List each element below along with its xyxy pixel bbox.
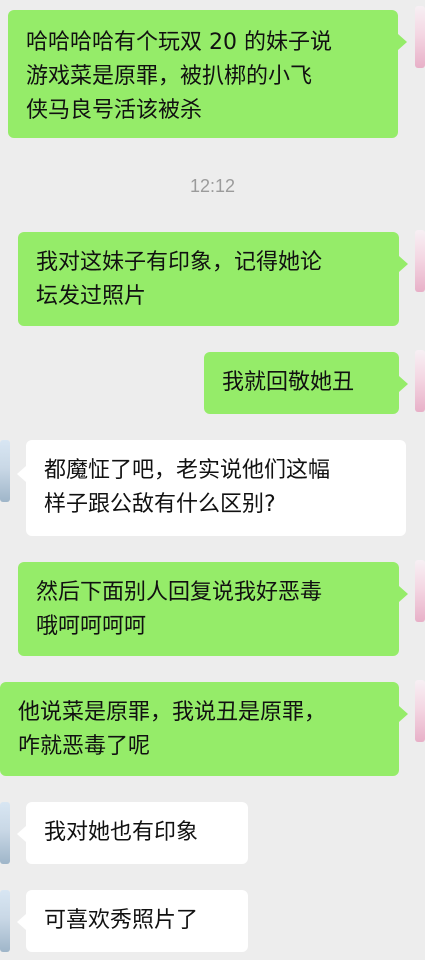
bubble-tail <box>399 706 408 722</box>
contact-avatar[interactable] <box>415 6 425 68</box>
bubble-tail <box>398 34 407 50</box>
contact-avatar[interactable] <box>0 440 10 502</box>
bubble-tail <box>17 914 26 930</box>
message-bubble[interactable]: 哈哈哈哈有个玩双 20 的妹子说 游戏菜是原罪，被扒梆的小飞 侠马良号活该被杀 <box>8 10 398 138</box>
message-bubble[interactable]: 可喜欢秀照片了 <box>26 890 248 952</box>
bubble-tail <box>399 376 408 392</box>
message-bubble[interactable]: 然后下面别人回复说我好恶毒 哦呵呵呵呵 <box>18 562 399 656</box>
contact-avatar[interactable] <box>415 560 425 622</box>
chat-timestamp: 12:12 <box>189 176 236 196</box>
message-bubble[interactable]: 我就回敬她丑 <box>204 352 399 414</box>
bubble-tail <box>17 466 26 482</box>
message-bubble[interactable]: 我对这妹子有印象，记得她论 坛发过照片 <box>18 232 399 326</box>
message-bubble[interactable]: 都魔怔了吧，老实说他们这幅 样子跟公敌有什么区别? <box>26 440 406 536</box>
bubble-tail <box>399 256 408 272</box>
message-bubble[interactable]: 他说菜是原罪，我说丑是原罪， 咋就恶毒了呢 <box>0 682 399 776</box>
contact-avatar[interactable] <box>0 802 10 864</box>
contact-avatar[interactable] <box>415 680 425 742</box>
chat-conversation[interactable]: 哈哈哈哈有个玩双 20 的妹子说 游戏菜是原罪，被扒梆的小飞 侠马良号活该被杀 … <box>0 0 425 960</box>
message-bubble[interactable]: 我对她也有印象 <box>26 802 248 864</box>
bubble-tail <box>399 586 408 602</box>
contact-avatar[interactable] <box>415 350 425 412</box>
bubble-tail <box>17 826 26 842</box>
contact-avatar[interactable] <box>0 890 10 952</box>
contact-avatar[interactable] <box>415 230 425 292</box>
